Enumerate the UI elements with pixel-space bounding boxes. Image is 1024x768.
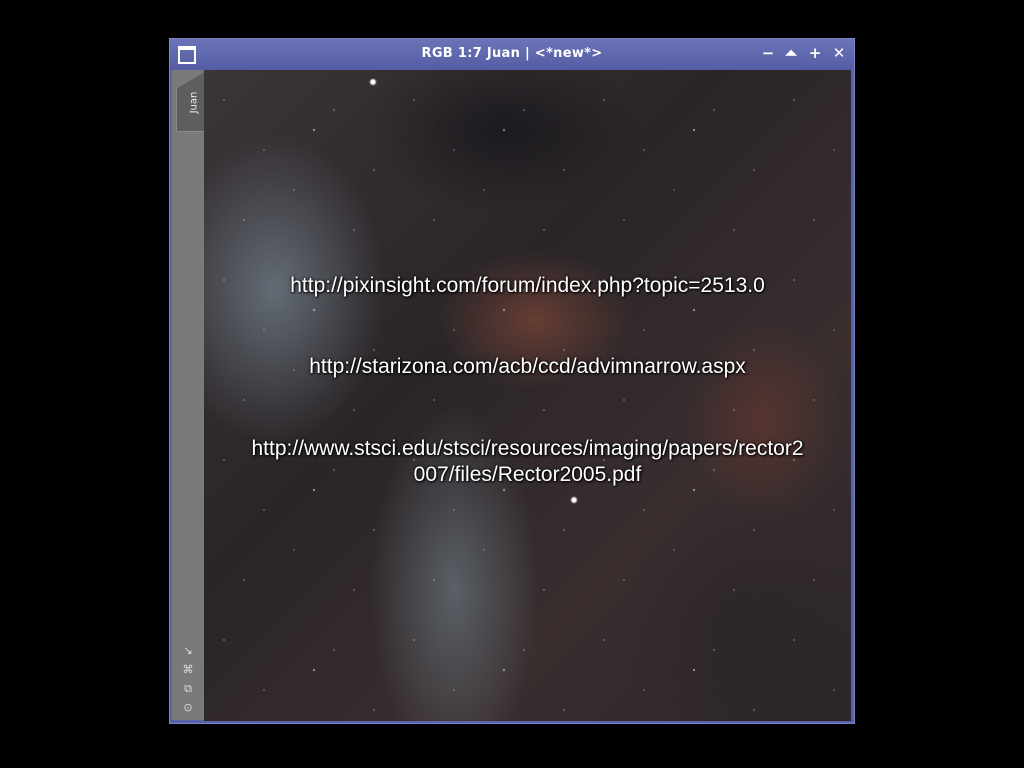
target-icon[interactable]: ⊙	[181, 701, 195, 715]
bright-star	[369, 78, 377, 86]
clone-icon[interactable]: ⧉	[181, 682, 195, 696]
image-canvas[interactable]: http://pixinsight.com/forum/index.php?to…	[204, 70, 851, 721]
window-title: RGB 1:7 Juan | <*new*>	[421, 46, 603, 61]
maximize-icon[interactable]: +	[806, 44, 824, 62]
close-icon[interactable]: ✕	[830, 44, 848, 62]
minimize-icon[interactable]: −	[759, 44, 777, 62]
fit-view-icon[interactable]: ↘	[181, 644, 195, 658]
image-window: RGB 1:7 Juan | <*new*> − ⏶ + ✕ Juan ↘ ⌘ …	[169, 38, 855, 724]
link-text-3-cont: 007/files/Rector2005.pdf	[413, 463, 642, 486]
bright-star	[570, 496, 578, 504]
zoom-fit-icon[interactable]: ⌘	[181, 663, 195, 677]
link-text-2: http://starizona.com/acb/ccd/advimnarrow…	[309, 355, 746, 378]
view-tab[interactable]: Juan	[176, 72, 205, 132]
title-bar[interactable]: RGB 1:7 Juan | <*new*> − ⏶ + ✕	[170, 39, 854, 70]
shade-icon[interactable]: ⏶	[782, 44, 800, 62]
link-text-3: http://www.stsci.edu/stsci/resources/ima…	[251, 437, 804, 460]
link-text-1: http://pixinsight.com/forum/index.php?to…	[290, 274, 765, 297]
view-tab-label: Juan	[188, 91, 200, 114]
view-sidebar: Juan ↘ ⌘ ⧉ ⊙	[172, 70, 205, 720]
star-field	[204, 70, 851, 721]
